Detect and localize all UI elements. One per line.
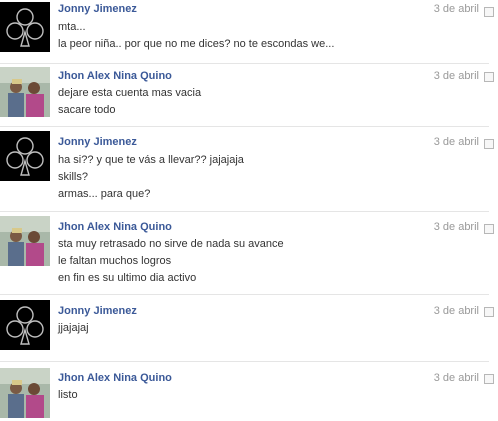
- message-item: Jonny Jimenez 3 de abril ha si?? y que t…: [0, 127, 494, 212]
- message-item: Jhon Alex Nina Quino 3 de abril sta muy …: [0, 212, 494, 295]
- message-text-line: armas... para que?: [58, 188, 151, 200]
- couple-photo-avatar[interactable]: [0, 368, 50, 418]
- club-avatar-icon[interactable]: [0, 300, 50, 350]
- message-date[interactable]: 3 de abril: [434, 3, 479, 15]
- sender-name-link[interactable]: Jonny Jimenez: [58, 3, 137, 15]
- message-date[interactable]: 3 de abril: [434, 305, 479, 317]
- sender-name-link[interactable]: Jonny Jimenez: [58, 305, 137, 317]
- message-text-line: jjajajaj: [58, 322, 89, 334]
- couple-photo-avatar[interactable]: [0, 216, 50, 266]
- sender-name-link[interactable]: Jhon Alex Nina Quino: [58, 70, 172, 82]
- message-date[interactable]: 3 de abril: [434, 372, 479, 384]
- select-checkbox[interactable]: [484, 307, 494, 317]
- sender-name-link[interactable]: Jhon Alex Nina Quino: [58, 372, 172, 384]
- sender-name-link[interactable]: Jonny Jimenez: [58, 136, 137, 148]
- message-item: Jonny Jimenez 3 de abril jjajajaj: [0, 295, 494, 362]
- message-text-line: mta...: [58, 21, 86, 33]
- message-date[interactable]: 3 de abril: [434, 70, 479, 82]
- message-text-line: en fin es su ultimo dia activo: [58, 272, 197, 284]
- select-checkbox[interactable]: [484, 374, 494, 384]
- message-text-line: sacare todo: [58, 104, 116, 116]
- select-checkbox[interactable]: [484, 7, 494, 17]
- select-checkbox[interactable]: [484, 139, 494, 149]
- club-avatar-icon[interactable]: [0, 131, 50, 181]
- message-item: Jhon Alex Nina Quino 3 de abril dejare e…: [0, 64, 494, 127]
- message-date[interactable]: 3 de abril: [434, 136, 479, 148]
- message-item: Jhon Alex Nina Quino 3 de abril listo: [0, 362, 494, 421]
- message-text-line: listo: [58, 389, 78, 401]
- message-text-line: skills?: [58, 171, 88, 183]
- select-checkbox[interactable]: [484, 72, 494, 82]
- message-item: Jonny Jimenez 3 de abril mta... la peor …: [0, 0, 494, 64]
- message-text-line: le faltan muchos logros: [58, 255, 172, 267]
- select-checkbox[interactable]: [484, 224, 494, 234]
- message-thread: Jonny Jimenez 3 de abril mta... la peor …: [0, 0, 498, 421]
- club-avatar-icon[interactable]: [0, 2, 50, 52]
- message-date[interactable]: 3 de abril: [434, 221, 479, 233]
- couple-photo-avatar[interactable]: [0, 67, 50, 117]
- message-text-line: ha si?? y que te vás a llevar?? jajajaja: [58, 154, 244, 166]
- sender-name-link[interactable]: Jhon Alex Nina Quino: [58, 221, 172, 233]
- message-text-line: la peor niña.. por que no me dices? no t…: [58, 38, 335, 50]
- message-text-line: sta muy retrasado no sirve de nada su av…: [58, 238, 284, 250]
- message-text-line: dejare esta cuenta mas vacia: [58, 87, 202, 99]
